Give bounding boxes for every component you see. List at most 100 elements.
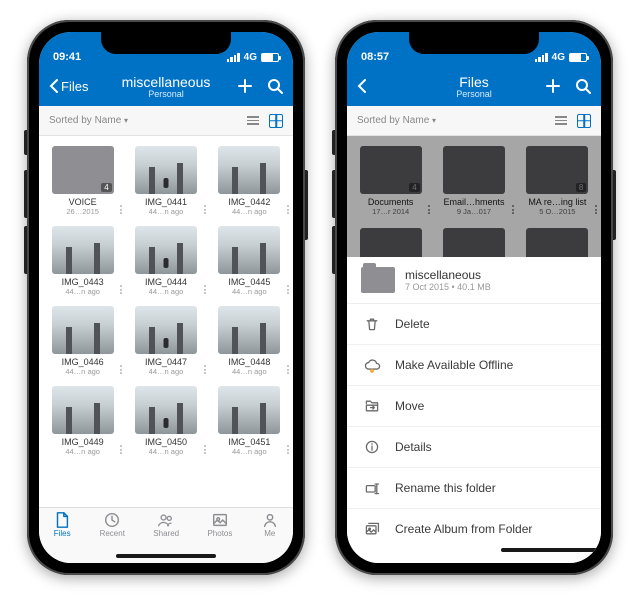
album-icon xyxy=(363,520,381,538)
more-button[interactable] xyxy=(120,205,122,214)
more-button[interactable] xyxy=(120,445,122,454)
tab-label: Me xyxy=(264,529,275,538)
files-grid[interactable]: 4VOICE26…2015IMG_044144…n agoIMG_044244…… xyxy=(39,136,293,519)
more-button[interactable] xyxy=(120,365,122,374)
home-indicator[interactable] xyxy=(501,548,601,552)
nav-title: Files xyxy=(456,74,492,90)
more-button[interactable] xyxy=(287,365,289,374)
item-name: IMG_0444 xyxy=(126,277,205,287)
grid-item[interactable]: IMG_044344…n ago xyxy=(41,222,124,300)
sort-bar: Sorted by Name ▾ xyxy=(347,106,601,136)
item-sub: 44…n ago xyxy=(210,447,289,456)
more-button[interactable] xyxy=(204,285,206,294)
action-move[interactable]: Move xyxy=(347,386,601,427)
grid-item[interactable]: IMG_045144…n ago xyxy=(208,382,291,460)
signal-icon xyxy=(535,53,548,62)
grid-item[interactable]: IMG_044944…n ago xyxy=(41,382,124,460)
action-label: Make Available Offline xyxy=(395,358,513,372)
item-sub: 44…n ago xyxy=(126,447,205,456)
action-rename[interactable]: Rename this folder xyxy=(347,468,601,509)
add-button[interactable] xyxy=(545,78,561,94)
more-button[interactable] xyxy=(287,445,289,454)
tab-files[interactable]: Files xyxy=(53,512,71,563)
item-count-badge: 4 xyxy=(101,183,111,192)
chevron-left-icon xyxy=(357,79,367,93)
grid-item[interactable]: IMG_044144…n ago xyxy=(124,142,207,220)
grid-item[interactable]: IMG_044244…n ago xyxy=(208,142,291,220)
list-view-button[interactable] xyxy=(555,116,567,125)
item-name: VOICE xyxy=(43,197,122,207)
clock-icon xyxy=(103,512,121,528)
item-name: IMG_0451 xyxy=(210,437,289,447)
grid-item[interactable]: IMG_044444…n ago xyxy=(124,222,207,300)
action-label: Rename this folder xyxy=(395,481,496,495)
action-label: Details xyxy=(395,440,432,454)
grid-item[interactable]: IMG_044744…n ago xyxy=(124,302,207,380)
home-indicator[interactable] xyxy=(116,554,216,558)
item-sub: 44…n ago xyxy=(210,367,289,376)
sort-bar: Sorted by Name ▾ xyxy=(39,106,293,136)
item-sub: 44…n ago xyxy=(126,207,205,216)
trash-icon xyxy=(363,315,381,333)
back-button[interactable]: Files xyxy=(49,79,104,94)
grid-item[interactable]: IMG_044644…n ago xyxy=(41,302,124,380)
tab-me[interactable]: Me xyxy=(261,512,279,563)
grid-item[interactable]: IMG_044844…n ago xyxy=(208,302,291,380)
more-button[interactable] xyxy=(204,445,206,454)
item-name: IMG_0445 xyxy=(210,277,289,287)
item-name: IMG_0446 xyxy=(43,357,122,367)
folder-icon: 4 xyxy=(52,146,114,194)
sort-button[interactable]: Sorted by Name ▾ xyxy=(49,115,128,126)
action-info[interactable]: Details xyxy=(347,427,601,468)
notch xyxy=(101,32,231,54)
image-icon xyxy=(211,512,229,528)
item-name: IMG_0442 xyxy=(210,197,289,207)
more-button[interactable] xyxy=(204,365,206,374)
photo-thumbnail xyxy=(218,386,280,434)
search-button[interactable] xyxy=(267,78,283,94)
nav-title-area: Files Personal xyxy=(456,74,492,99)
battery-icon xyxy=(261,53,279,62)
screen-right: 08:57 4G Files Personal Sorted by Name xyxy=(347,32,601,563)
action-cloud[interactable]: Make Available Offline xyxy=(347,345,601,386)
more-button[interactable] xyxy=(287,205,289,214)
list-view-button[interactable] xyxy=(247,116,259,125)
item-sub: 44…n ago xyxy=(43,367,122,376)
signal-icon xyxy=(227,53,240,62)
grid-view-button[interactable] xyxy=(577,114,591,128)
grid-item[interactable]: IMG_044544…n ago xyxy=(208,222,291,300)
rename-icon xyxy=(363,479,381,497)
nav-title-area: miscellaneous Personal xyxy=(122,74,211,99)
folder-icon xyxy=(361,267,395,293)
action-sheet: miscellaneous 7 Oct 2015 • 40.1 MB Delet… xyxy=(347,257,601,563)
nav-bar: Files Personal xyxy=(347,66,601,106)
sort-button[interactable]: Sorted by Name ▾ xyxy=(357,115,436,126)
item-name: IMG_0450 xyxy=(126,437,205,447)
person-icon xyxy=(261,512,279,528)
tab-label: Shared xyxy=(153,529,179,538)
people-icon xyxy=(157,512,175,528)
sort-label: Sorted by Name xyxy=(49,115,121,126)
back-label: Files xyxy=(61,79,88,94)
action-label: Move xyxy=(395,399,424,413)
more-button[interactable] xyxy=(204,205,206,214)
photo-thumbnail xyxy=(135,226,197,274)
item-sub: 44…n ago xyxy=(126,287,205,296)
item-sub: 26…2015 xyxy=(43,207,122,216)
action-album[interactable]: Create Album from Folder xyxy=(347,509,601,549)
notch xyxy=(409,32,539,54)
nav-subtitle: Personal xyxy=(122,89,211,99)
back-button[interactable] xyxy=(357,79,412,93)
phone-left: 09:41 4G Files miscellaneous Personal xyxy=(27,20,305,575)
action-trash[interactable]: Delete xyxy=(347,304,601,345)
more-button[interactable] xyxy=(120,285,122,294)
search-button[interactable] xyxy=(575,78,591,94)
more-button[interactable] xyxy=(287,285,289,294)
grid-view-button[interactable] xyxy=(269,114,283,128)
plus-icon xyxy=(545,78,561,94)
grid-item[interactable]: IMG_045044…n ago xyxy=(124,382,207,460)
photo-thumbnail xyxy=(135,386,197,434)
grid-item[interactable]: 4 VOICE26…2015 xyxy=(41,142,124,220)
photo-thumbnail xyxy=(52,386,114,434)
add-button[interactable] xyxy=(237,78,253,94)
